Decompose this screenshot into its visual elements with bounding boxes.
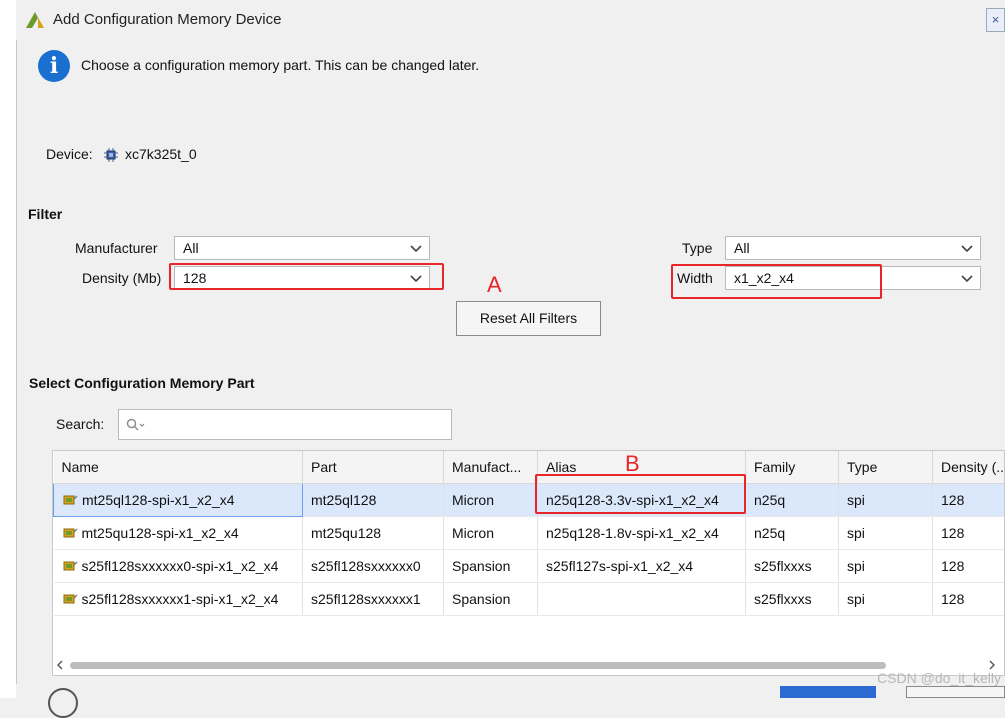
manufacturer-select[interactable]: All — [174, 236, 430, 260]
density-select[interactable]: 128 — [174, 266, 430, 290]
annotation-label-b: B — [625, 451, 640, 477]
table-row[interactable]: mt25ql128-spi-x1_x2_x4mt25ql128Micronn25… — [54, 484, 1005, 517]
search-icon — [126, 418, 146, 432]
device-value: xc7k325t_0 — [125, 146, 197, 162]
width-label: Width — [677, 270, 713, 286]
cancel-button[interactable] — [906, 686, 1005, 698]
table-cell — [538, 583, 746, 616]
chevron-down-icon — [960, 271, 974, 285]
info-message: Choose a configuration memory part. This… — [81, 57, 479, 73]
horizontal-scrollbar[interactable] — [56, 658, 996, 672]
table-header-row: NamePartManufact...AliasFamilyTypeDensit… — [54, 451, 1005, 484]
table-row[interactable]: mt25qu128-spi-x1_x2_x4mt25qu128Micronn25… — [54, 517, 1005, 550]
window-left-edge — [0, 0, 17, 698]
chevron-down-icon — [960, 241, 974, 255]
table-cell: spi — [839, 517, 933, 550]
column-header[interactable]: Part — [303, 451, 444, 484]
table-cell: Spansion — [444, 550, 538, 583]
table-cell: Micron — [444, 484, 538, 517]
search-text-field[interactable] — [149, 413, 449, 437]
table-cell: mt25qu128-spi-x1_x2_x4 — [54, 517, 303, 550]
table-cell: 128 — [933, 550, 1005, 583]
table-cell: mt25ql128-spi-x1_x2_x4 — [54, 484, 303, 517]
table-cell: s25fl128sxxxxxx1-spi-x1_x2_x4 — [54, 583, 303, 616]
table-cell: n25q128-1.8v-spi-x1_x2_x4 — [538, 517, 746, 550]
density-value: 128 — [183, 270, 206, 286]
table-cell: spi — [839, 484, 933, 517]
table-cell: Spansion — [444, 583, 538, 616]
table-cell: spi — [839, 583, 933, 616]
search-label: Search: — [56, 416, 104, 432]
type-value: All — [734, 240, 750, 256]
table-cell: 128 — [933, 583, 1005, 616]
device-label: Device: — [46, 146, 93, 162]
table-cell: 128 — [933, 484, 1005, 517]
table-cell: 128 — [933, 517, 1005, 550]
part-name: mt25qu128-spi-x1_x2_x4 — [82, 525, 239, 541]
table-cell: n25q — [746, 484, 839, 517]
filter-title: Filter — [28, 206, 62, 222]
table-cell: spi — [839, 550, 933, 583]
column-header[interactable]: Family — [746, 451, 839, 484]
table-cell: mt25qu128 — [303, 517, 444, 550]
part-name: s25fl128sxxxxxx1-spi-x1_x2_x4 — [82, 591, 279, 607]
search-input[interactable] — [118, 409, 452, 440]
table-cell: s25fl127s-spi-x1_x2_x4 — [538, 550, 746, 583]
memory-part-icon — [62, 493, 78, 507]
table-cell: s25flxxxs — [746, 550, 839, 583]
width-value: x1_x2_x4 — [734, 270, 794, 286]
column-header[interactable]: Alias — [538, 451, 746, 484]
reset-all-filters-button[interactable]: Reset All Filters — [456, 301, 601, 336]
table-cell: s25fl128sxxxxxx0 — [303, 550, 444, 583]
table-cell: Micron — [444, 517, 538, 550]
table-cell: s25flxxxs — [746, 583, 839, 616]
chip-icon — [104, 148, 118, 162]
memory-part-icon — [62, 592, 78, 606]
info-icon: i — [38, 50, 70, 82]
width-select[interactable]: x1_x2_x4 — [725, 266, 981, 290]
next-button[interactable] — [780, 686, 876, 698]
annotation-label-a: A — [487, 272, 502, 298]
type-select[interactable]: All — [725, 236, 981, 260]
select-part-title: Select Configuration Memory Part — [29, 375, 255, 391]
table-cell: mt25ql128 — [303, 484, 444, 517]
table-cell: n25q128-3.3v-spi-x1_x2_x4 — [538, 484, 746, 517]
type-label: Type — [682, 240, 712, 256]
window-title: Add Configuration Memory Device — [53, 11, 281, 28]
table-cell: s25fl128sxxxxxx0-spi-x1_x2_x4 — [54, 550, 303, 583]
memory-part-icon — [62, 559, 78, 573]
help-icon[interactable] — [48, 688, 78, 718]
vivado-logo-icon — [24, 10, 46, 30]
memory-part-icon — [62, 526, 78, 540]
close-icon[interactable]: × — [986, 8, 1005, 32]
density-label: Density (Mb) — [82, 270, 161, 286]
column-header[interactable]: Density (... — [933, 451, 1005, 484]
table-row[interactable]: s25fl128sxxxxxx0-spi-x1_x2_x4 s25fl128sxx… — [54, 550, 1005, 583]
manufacturer-value: All — [183, 240, 199, 256]
parts-table[interactable]: NamePartManufact...AliasFamilyTypeDensit… — [52, 450, 1005, 676]
chevron-down-icon — [409, 241, 423, 255]
manufacturer-label: Manufacturer — [75, 240, 157, 256]
table-row[interactable]: s25fl128sxxxxxx1-spi-x1_x2_x4 s25fl128sxx… — [54, 583, 1005, 616]
table-cell: n25q — [746, 517, 839, 550]
column-header[interactable]: Type — [839, 451, 933, 484]
part-name: s25fl128sxxxxxx0-spi-x1_x2_x4 — [82, 558, 279, 574]
column-header[interactable]: Name — [54, 451, 303, 484]
chevron-down-icon — [409, 271, 423, 285]
part-name: mt25ql128-spi-x1_x2_x4 — [82, 492, 235, 508]
column-header[interactable]: Manufact... — [444, 451, 538, 484]
table-cell: s25fl128sxxxxxx1 — [303, 583, 444, 616]
watermark: CSDN @do_it_kelly — [877, 670, 1001, 686]
